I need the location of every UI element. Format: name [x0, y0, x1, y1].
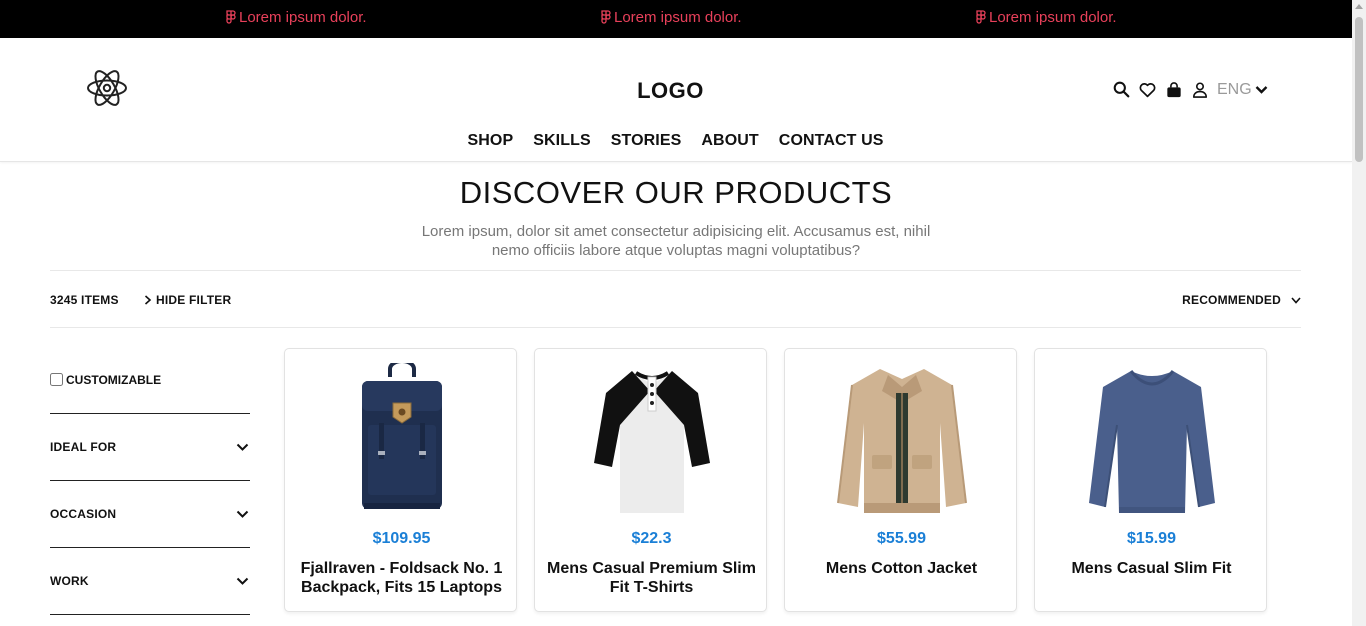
product-price: $15.99 [1127, 530, 1176, 547]
sort-dropdown[interactable]: RECOMMENDED [1182, 293, 1301, 307]
product-image [285, 363, 518, 518]
facet-label: WORK [50, 574, 89, 588]
filter-sidebar: CUSTOMIZABLE IDEAL FOR OCCASION WORK [50, 348, 250, 615]
language-label: ENG [1217, 80, 1252, 98]
language-selector[interactable]: ENG [1217, 81, 1268, 99]
raglan-tshirt-image [593, 371, 710, 513]
listing-toolbar: 3245 ITEMS HIDE FILTER RECOMMENDED [50, 291, 1301, 309]
customizable-label: CUSTOMIZABLE [66, 372, 162, 387]
site-header: LOGO ENG SHOP SKILLS STORIES ABOUT CONTA… [0, 38, 1352, 162]
chevron-down-icon [236, 510, 249, 518]
divider [50, 327, 1301, 328]
figma-icon [601, 9, 611, 24]
long-sleeve-shirt-image [1088, 370, 1215, 513]
header-tools: ENG [1112, 80, 1268, 99]
user-icon[interactable] [1190, 80, 1209, 99]
page-subtitle: Lorem ipsum, dolor sit amet consectetur … [421, 223, 931, 259]
promo-text: Lorem ipsum dolor. [239, 9, 367, 26]
chevron-down-icon [1291, 296, 1301, 304]
items-count: 3245 ITEMS [50, 293, 119, 307]
facet-occasion[interactable]: OCCASION [50, 481, 250, 548]
promo-item: Lorem ipsum dolor. [975, 9, 1117, 26]
chevron-down-icon [1255, 85, 1268, 94]
main-nav: SHOP SKILLS STORIES ABOUT CONTACT US [0, 132, 1352, 150]
backpack-image [361, 363, 442, 509]
facet-work[interactable]: WORK [50, 548, 250, 615]
hide-filter-label: HIDE FILTER [156, 293, 232, 307]
facet-label: OCCASION [50, 507, 117, 521]
product-price: $55.99 [877, 530, 926, 547]
nav-item-shop[interactable]: SHOP [468, 132, 514, 150]
product-image [535, 363, 768, 518]
product-card[interactable]: $109.95 Fjallraven - Foldsack No. 1 Back… [284, 348, 517, 612]
facet-label: IDEAL FOR [50, 440, 117, 454]
customizable-checkbox[interactable] [50, 373, 63, 386]
facet-ideal-for[interactable]: IDEAL FOR [50, 414, 250, 481]
product-image [785, 363, 1018, 518]
promo-bar: Lorem ipsum dolor. Lorem ipsum dolor. Lo… [0, 0, 1352, 38]
nav-item-stories[interactable]: STORIES [611, 132, 682, 150]
product-card[interactable]: $22.3 Mens Casual Premium Slim Fit T-Shi… [534, 348, 767, 612]
product-grid: $109.95 Fjallraven - Foldsack No. 1 Back… [284, 348, 1267, 612]
scrollbar-thumb[interactable] [1355, 17, 1363, 162]
sort-label: RECOMMENDED [1182, 293, 1281, 307]
promo-item: Lorem ipsum dolor. [600, 9, 742, 26]
product-image [1035, 363, 1268, 518]
cotton-jacket-image [836, 369, 967, 513]
product-name: Mens Casual Slim Fit [1071, 560, 1232, 577]
chevron-down-icon [236, 443, 249, 451]
promo-text: Lorem ipsum dolor. [614, 9, 742, 26]
product-card[interactable]: $15.99 Mens Casual Slim Fit [1034, 348, 1267, 612]
shopping-bag-icon[interactable] [1164, 80, 1183, 99]
promo-item: Lorem ipsum dolor. [225, 9, 367, 26]
product-price: $109.95 [372, 530, 431, 547]
product-price: $22.3 [631, 530, 672, 547]
product-name: Mens Cotton Jacket [825, 560, 978, 577]
chevron-down-icon [236, 577, 249, 585]
promo-text: Lorem ipsum dolor. [989, 9, 1117, 26]
page-title: DISCOVER OUR PRODUCTS [459, 175, 893, 210]
nav-item-skills[interactable]: SKILLS [533, 132, 591, 150]
product-card[interactable]: $55.99 Mens Cotton Jacket [784, 348, 1017, 612]
nav-item-contact-us[interactable]: CONTACT US [779, 132, 884, 150]
hide-filter-button[interactable]: HIDE FILTER [144, 293, 231, 307]
product-name: Fjallraven - Foldsack No. 1 Backpack, Fi… [300, 560, 503, 596]
search-icon[interactable] [1112, 80, 1131, 99]
figma-icon [976, 9, 986, 24]
scroll-up-arrow-icon[interactable] [1355, 4, 1363, 9]
nav-item-about[interactable]: ABOUT [701, 132, 758, 150]
heart-icon[interactable] [1138, 80, 1157, 99]
chevron-right-icon [144, 295, 152, 305]
product-name: Mens Casual Premium Slim Fit T-Shirts [547, 560, 756, 596]
page-scrollbar[interactable] [1352, 0, 1366, 626]
customizable-filter[interactable]: CUSTOMIZABLE [50, 348, 250, 414]
figma-icon [226, 9, 236, 24]
divider [50, 270, 1301, 271]
